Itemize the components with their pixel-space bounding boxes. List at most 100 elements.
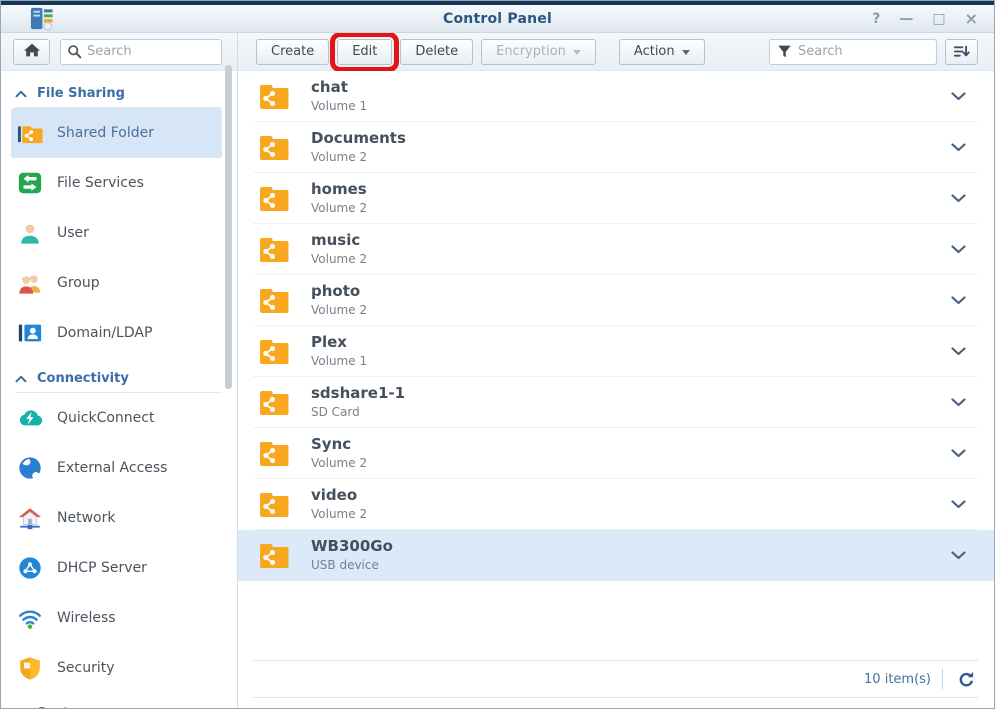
shared-folder-icon xyxy=(256,78,292,114)
sidebar-section-system[interactable]: System xyxy=(15,693,222,708)
security-icon xyxy=(16,654,44,682)
folder-location: Volume 1 xyxy=(311,99,367,113)
chevron-down-icon[interactable] xyxy=(945,443,972,464)
chevron-up-icon xyxy=(15,90,27,98)
maximize-button[interactable]: □ xyxy=(932,12,945,26)
folder-location: USB device xyxy=(311,558,393,572)
chevron-down-icon[interactable] xyxy=(945,341,972,362)
filter-search xyxy=(769,39,937,65)
group-icon xyxy=(16,269,44,297)
button-label: Edit xyxy=(352,44,377,59)
home-button[interactable] xyxy=(13,39,50,65)
sidebar-item-label: User xyxy=(57,225,89,241)
folder-row-homes[interactable]: homes Volume 2 xyxy=(253,173,978,224)
chevron-down-icon[interactable] xyxy=(945,545,972,566)
sidebar-item-label: Wireless xyxy=(57,610,116,626)
folder-row-documents[interactable]: Documents Volume 2 xyxy=(253,122,978,173)
sidebar-item-wireless[interactable]: Wireless xyxy=(11,593,222,643)
folder-name: homes xyxy=(311,181,367,198)
sidebar-item-label: File Services xyxy=(57,175,144,191)
folder-row-chat[interactable]: chat Volume 1 xyxy=(253,71,978,122)
shared-folder-icon xyxy=(256,282,292,318)
chevron-down-icon[interactable] xyxy=(945,86,972,107)
sidebar-item-label: Security xyxy=(57,660,115,676)
sort-icon xyxy=(953,44,970,59)
sidebar-item-label: Shared Folder xyxy=(57,125,154,141)
shared-folder-icon xyxy=(16,119,44,147)
sidebar-item-file-services[interactable]: File Services xyxy=(11,158,222,208)
folder-location: SD Card xyxy=(311,405,405,419)
sidebar-item-domain-ldap[interactable]: Domain/LDAP xyxy=(11,308,222,358)
encryption-button: Encryption xyxy=(481,39,596,65)
folder-location: Volume 2 xyxy=(311,303,367,317)
footer-divider xyxy=(942,669,943,689)
wireless-icon xyxy=(16,604,44,632)
chevron-down-icon[interactable] xyxy=(945,239,972,260)
folder-row-wb300go[interactable]: WB300Go USB device xyxy=(238,530,994,581)
button-label: Encryption xyxy=(496,44,566,59)
toolbar: Create Edit Delete Encryption Action xyxy=(238,33,994,71)
folder-location: Volume 1 xyxy=(311,354,367,368)
sidebar-item-group[interactable]: Group xyxy=(11,258,222,308)
user-icon xyxy=(16,219,44,247)
chevron-down-icon[interactable] xyxy=(945,392,972,413)
action-button[interactable]: Action xyxy=(619,39,705,65)
sidebar-item-user[interactable]: User xyxy=(11,208,222,258)
folder-row-music[interactable]: music Volume 2 xyxy=(253,224,978,275)
sidebar-item-dhcp-server[interactable]: DHCP Server xyxy=(11,543,222,593)
folder-name: Documents xyxy=(311,130,406,147)
help-button[interactable]: ? xyxy=(872,12,880,26)
folder-name: chat xyxy=(311,79,367,96)
shared-folder-icon xyxy=(256,435,292,471)
sidebar-nav: File Sharing Shared Folder File Services… xyxy=(1,71,237,708)
chevron-down-icon[interactable] xyxy=(945,494,972,515)
shared-folder-icon xyxy=(256,333,292,369)
titlebar: Control Panel ? — □ × xyxy=(1,5,994,33)
close-button[interactable]: × xyxy=(965,11,978,27)
sidebar-scrollbar-thumb[interactable] xyxy=(225,65,232,389)
sidebar-item-external-access[interactable]: External Access xyxy=(11,443,222,493)
folder-location: Volume 2 xyxy=(311,456,367,470)
sidebar-search-input[interactable] xyxy=(87,44,215,59)
chevron-down-icon[interactable] xyxy=(945,188,972,209)
filter-search-input[interactable] xyxy=(798,44,929,59)
sort-button[interactable] xyxy=(945,39,978,65)
control-panel-window: Control Panel ? — □ × xyxy=(0,0,995,709)
delete-button[interactable]: Delete xyxy=(400,39,473,65)
refresh-button[interactable] xyxy=(954,667,978,691)
search-icon xyxy=(67,44,82,59)
folder-row-sdshare1-1[interactable]: sdshare1-1 SD Card xyxy=(253,377,978,428)
chevron-down-icon[interactable] xyxy=(945,290,972,311)
minimize-button[interactable]: — xyxy=(899,12,913,26)
create-button[interactable]: Create xyxy=(256,39,329,65)
edit-button[interactable]: Edit xyxy=(337,39,392,65)
sidebar-item-shared-folder[interactable]: Shared Folder xyxy=(11,108,222,158)
sidebar-item-quickconnect[interactable]: QuickConnect xyxy=(11,393,222,443)
sidebar-item-network[interactable]: Network xyxy=(11,493,222,543)
content: Create Edit Delete Encryption Action xyxy=(238,33,994,708)
chevron-down-icon[interactable] xyxy=(945,137,972,158)
sidebar-item-label: DHCP Server xyxy=(57,560,147,576)
home-icon xyxy=(23,42,41,62)
shared-folder-icon xyxy=(256,180,292,216)
sidebar-section-label: File Sharing xyxy=(37,86,125,101)
folder-row-plex[interactable]: Plex Volume 1 xyxy=(253,326,978,377)
folder-row-sync[interactable]: Sync Volume 2 xyxy=(253,428,978,479)
sidebar-item-security[interactable]: Security xyxy=(11,643,222,693)
sidebar-section-file-sharing[interactable]: File Sharing xyxy=(15,73,222,108)
folder-name: WB300Go xyxy=(311,538,393,555)
sidebar-section-label: System xyxy=(37,706,91,708)
domain-ldap-icon xyxy=(16,319,44,347)
folder-location: Volume 2 xyxy=(311,150,406,164)
chevron-up-icon xyxy=(15,375,27,383)
list-footer: 10 item(s) xyxy=(253,660,978,698)
sidebar-section-connectivity[interactable]: Connectivity xyxy=(15,358,222,393)
shared-folder-icon xyxy=(256,537,292,573)
folder-name: Plex xyxy=(311,334,367,351)
folder-name: Sync xyxy=(311,436,367,453)
folder-name: video xyxy=(311,487,367,504)
folder-row-video[interactable]: video Volume 2 xyxy=(253,479,978,530)
folder-location: Volume 2 xyxy=(311,252,367,266)
folder-row-photo[interactable]: photo Volume 2 xyxy=(253,275,978,326)
toolbar-right xyxy=(769,39,978,65)
